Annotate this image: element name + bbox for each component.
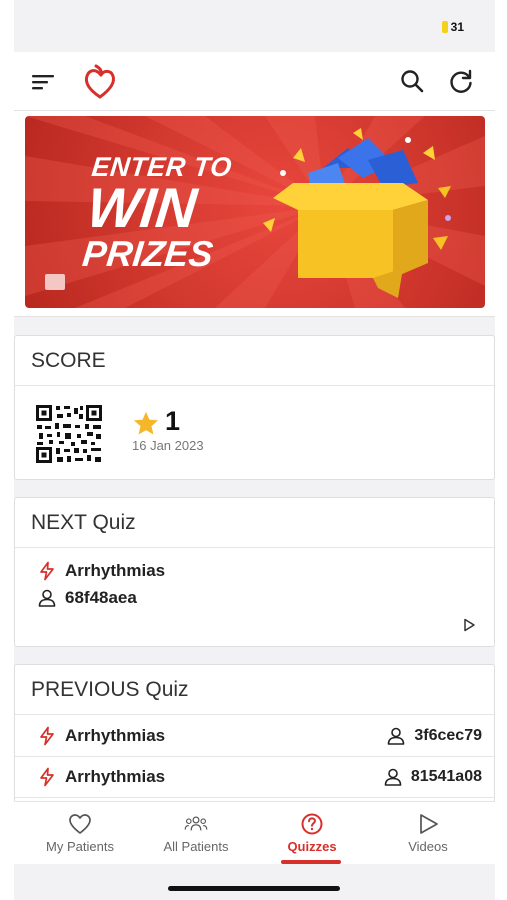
tab-videos[interactable]: Videos <box>368 802 488 865</box>
tab-all-patients[interactable]: All Patients <box>136 802 256 865</box>
battery-icon <box>441 21 448 33</box>
star-icon <box>133 411 159 435</box>
app-screen: 31 ENTER TO WIN PRIZES SCORE 1 16 Jan 20… <box>14 0 495 900</box>
user-icon <box>384 768 402 786</box>
play-arrow-icon[interactable] <box>462 618 476 632</box>
previous-quiz-code-cell: 81541a08 <box>383 767 482 787</box>
tab-label: All Patients <box>163 839 229 854</box>
lightning-icon <box>40 561 54 581</box>
refresh-icon[interactable] <box>447 67 475 95</box>
previous-quiz-row[interactable]: Arrhythmias 81541a08 <box>15 757 495 798</box>
play-icon <box>420 814 438 834</box>
user-icon <box>38 589 56 607</box>
home-indicator[interactable] <box>168 886 340 891</box>
previous-quiz-topic-cell: Arrhythmias <box>37 767 165 787</box>
tab-quizzes[interactable]: Quizzes <box>252 802 372 865</box>
user-icon <box>388 727 405 745</box>
score-value: 1 <box>165 406 181 436</box>
banner-headline: ENTER TO WIN PRIZES <box>81 152 234 274</box>
score-date: 16 Jan 2023 <box>132 438 204 453</box>
banner-line-2: WIN <box>84 176 200 239</box>
gift-box-icon <box>263 128 451 298</box>
question-icon <box>301 813 323 835</box>
tab-label: Quizzes <box>287 839 337 854</box>
score-card: SCORE 1 16 Jan 2023 <box>14 335 495 480</box>
prize-banner[interactable]: ENTER TO WIN PRIZES <box>25 116 485 308</box>
previous-quiz-row[interactable]: Arrhythmias 3f6cec79 <box>15 716 495 757</box>
banner-card: ENTER TO WIN PRIZES <box>14 111 495 317</box>
tab-label: My Patients <box>46 839 114 854</box>
previous-quiz-card: PREVIOUS Quiz Arrhythmias 3f6cec79 Arrhy… <box>14 664 495 801</box>
lightning-icon <box>40 767 54 787</box>
app-bar <box>14 52 495 111</box>
people-icon <box>184 816 208 831</box>
previous-quiz-code: 81541a08 <box>410 768 482 785</box>
next-quiz-topic-row: Arrhythmias <box>37 561 165 581</box>
bottom-tab-bar: My Patients All Patients Quizzes Videos <box>14 801 495 864</box>
next-quiz-topic: Arrhythmias <box>65 561 166 580</box>
app-logo-icon <box>84 64 115 99</box>
previous-quiz-topic: Arrhythmias <box>65 767 166 786</box>
banner-page-indicator <box>45 274 65 290</box>
next-quiz-code: 68f48aea <box>65 588 137 607</box>
next-quiz-title: NEXT Quiz <box>15 498 494 548</box>
menu-icon[interactable] <box>30 70 58 94</box>
battery-indicator: 31 <box>437 18 469 36</box>
previous-quiz-title: PREVIOUS Quiz <box>15 665 494 715</box>
previous-quiz-code-cell: 3f6cec79 <box>386 726 482 746</box>
search-icon[interactable] <box>399 68 425 94</box>
tab-label: Videos <box>408 839 448 854</box>
qr-code-icon[interactable] <box>35 404 103 464</box>
status-bar: 31 <box>14 0 495 52</box>
previous-quiz-topic-cell: Arrhythmias <box>37 726 165 746</box>
lightning-icon <box>40 726 54 746</box>
previous-quiz-topic: Arrhythmias <box>65 726 166 745</box>
tab-my-patients[interactable]: My Patients <box>20 802 140 865</box>
score-title: SCORE <box>15 336 494 386</box>
next-quiz-code-row: 68f48aea <box>37 588 137 608</box>
previous-quiz-code: 3f6cec79 <box>414 727 482 744</box>
battery-level: 31 <box>450 20 464 34</box>
home-indicator-area <box>14 864 495 900</box>
banner-line-3: PRIZES <box>80 233 215 274</box>
content-area: ENTER TO WIN PRIZES SCORE 1 16 Jan 2023 … <box>14 111 495 801</box>
heart-icon <box>69 814 91 834</box>
next-quiz-card[interactable]: NEXT Quiz Arrhythmias 68f48aea <box>14 497 495 647</box>
